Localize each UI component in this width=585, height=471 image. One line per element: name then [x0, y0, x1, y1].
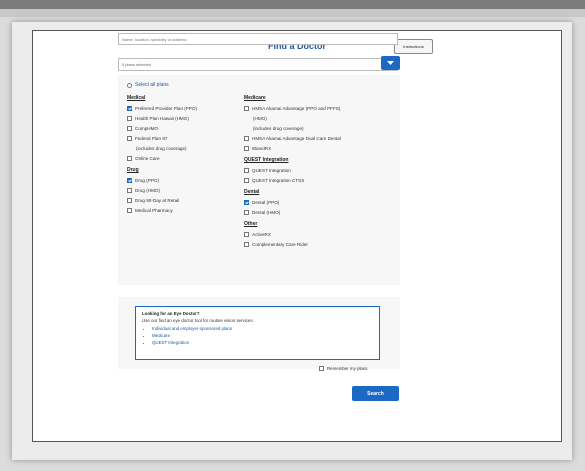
- plan-option-label: Dental (PPO): [252, 199, 280, 205]
- plan-checkbox[interactable]: [127, 125, 132, 131]
- search-button[interactable]: Search: [352, 386, 399, 401]
- eye-doctor-links: Individual and employer-sponsored plans …: [142, 325, 373, 346]
- plan-option[interactable]: HMSA Akamai Advantage Dual Care Dental: [244, 133, 394, 143]
- plan-option-label: QUEST Integration: [252, 167, 291, 173]
- remember-plans[interactable]: Remember my plans: [319, 366, 368, 371]
- search-input[interactable]: [118, 33, 398, 45]
- plan-group: Dental Dental (PPO) Dental (HMO): [244, 189, 394, 217]
- plan-option[interactable]: Medical Pharmacy: [127, 205, 235, 215]
- plan-option[interactable]: Online Care: [127, 153, 235, 163]
- plan-option-label: HMSA Akamai Advantage Dual Care Dental: [252, 135, 341, 141]
- select-all-label: Select all plans: [135, 82, 169, 88]
- plan-checkbox[interactable]: [244, 145, 249, 151]
- eye-link[interactable]: QUEST Integration: [152, 339, 373, 346]
- plan-option-label: Federal Plan 87: [135, 135, 168, 141]
- plan-checkbox[interactable]: [244, 231, 249, 237]
- plan-checkbox[interactable]: [244, 177, 249, 183]
- plan-option-label: Drug 90-Day at Retail: [135, 197, 180, 203]
- plan-option[interactable]: QUEST Integration CTSS: [244, 175, 394, 185]
- remember-label: Remember my plans: [327, 366, 368, 371]
- plan-checkbox[interactable]: [127, 105, 132, 111]
- plan-checkbox[interactable]: [244, 135, 249, 141]
- plan-checkbox[interactable]: [127, 135, 132, 141]
- plan-option[interactable]: QUEST Integration: [244, 165, 394, 175]
- top-shadow: [0, 9, 585, 17]
- plan-checkbox[interactable]: [244, 199, 249, 205]
- eye-link[interactable]: Medicare: [152, 332, 373, 339]
- plan-group: Other ActiveRX Complementary Care Rider: [244, 221, 394, 249]
- plan-option[interactable]: Dental (PPO): [244, 197, 394, 207]
- plan-checkbox[interactable]: [244, 241, 249, 247]
- plan-checkbox[interactable]: [244, 209, 249, 215]
- plan-option[interactable]: Federal Plan 87: [127, 133, 235, 143]
- select-all-radio[interactable]: [127, 82, 132, 88]
- plan-checkbox[interactable]: [244, 105, 249, 111]
- plan-checkbox[interactable]: [127, 197, 132, 203]
- chevron-down-icon: [387, 61, 394, 65]
- plan-group: QUEST Integration QUEST Integration QUEST …: [244, 157, 394, 185]
- plan-option[interactable]: Drug (HMO): [127, 185, 235, 195]
- eye-doctor-text: Use our find an eye doctor tool for rout…: [142, 318, 254, 323]
- plan-option[interactable]: Dental (HMO): [244, 207, 394, 217]
- eye-doctor-box: Looking for an Eye Doctor? Use our find …: [135, 306, 380, 360]
- plan-note: (includes drug coverage): [136, 145, 187, 151]
- plan-option[interactable]: HMSA Akamai Advantage (PPO and PFFS): [244, 103, 394, 113]
- eye-doctor-title: Looking for an Eye Doctor?: [142, 311, 200, 316]
- plan-option-label: Drug (PPO): [135, 177, 159, 183]
- plan-option-label: HMSA Akamai Advantage (PPO and PFFS): [252, 105, 341, 111]
- plan-option-label: ActiveRX: [252, 231, 271, 237]
- plan-option[interactable]: CompHMO: [127, 123, 235, 133]
- plan-group-heading: Medical: [127, 95, 146, 101]
- instructions-button[interactable]: Instructions: [394, 39, 433, 54]
- plan-group: Medicare HMSA Akamai Advantage (PPO and P…: [244, 95, 394, 153]
- plan-checkbox[interactable]: [127, 115, 132, 121]
- plan-note: (includes drug coverage): [253, 125, 304, 131]
- plan-option[interactable]: ActiveRX: [244, 229, 394, 239]
- plan-option-label: Drug (HMO): [135, 187, 161, 193]
- plan-option[interactable]: Preferred Provider Plan (PPO): [127, 103, 235, 113]
- plan-dropdown-button[interactable]: [381, 56, 400, 70]
- plan-option[interactable]: 65andRX: [244, 143, 394, 153]
- plans-column-left: Medical Preferred Provider Plan (PPO) Heal…: [127, 95, 235, 219]
- plan-note: (HMO): [253, 115, 267, 121]
- plan-checkbox[interactable]: [244, 167, 249, 173]
- plan-checkbox[interactable]: [127, 207, 132, 213]
- plan-option[interactable]: Health Plan Hawaii (HMO): [127, 113, 235, 123]
- plan-group: Drug Drug (PPO) Drug (HMO) Drug 90-Day at R…: [127, 167, 235, 215]
- plan-option[interactable]: Drug 90-Day at Retail: [127, 195, 235, 205]
- plan-group-heading: Other: [244, 221, 258, 227]
- plan-group-heading: Drug: [127, 167, 139, 173]
- plan-option-label: Health Plan Hawaii (HMO): [135, 115, 189, 121]
- remember-checkbox[interactable]: [319, 366, 324, 371]
- plan-option[interactable]: Complementary Care Rider: [244, 239, 394, 249]
- plans-column-right: Medicare HMSA Akamai Advantage (PPO and P…: [244, 95, 394, 253]
- plan-option-label: CompHMO: [135, 125, 158, 131]
- plan-checkbox[interactable]: [127, 155, 132, 161]
- plan-group-heading: Medicare: [244, 95, 266, 101]
- eye-link[interactable]: Individual and employer-sponsored plans: [152, 325, 373, 332]
- plan-checkbox[interactable]: [127, 177, 132, 183]
- plan-option[interactable]: Drug (PPO): [127, 175, 235, 185]
- plan-option-label: Complementary Care Rider: [252, 241, 308, 247]
- plan-option-label: Preferred Provider Plan (PPO): [135, 105, 198, 111]
- plan-option-label: Medical Pharmacy: [135, 207, 173, 213]
- plan-checkbox[interactable]: [127, 187, 132, 193]
- plan-select-value: 5 plans selected: [122, 62, 151, 67]
- plan-option-label: QUEST Integration CTSS: [252, 177, 305, 183]
- plan-option-label: 65andRX: [252, 145, 272, 151]
- select-all-plans[interactable]: Select all plans: [127, 82, 169, 88]
- plan-group: Medical Preferred Provider Plan (PPO) Heal…: [127, 95, 235, 163]
- plan-select[interactable]: 5 plans selected: [118, 58, 398, 71]
- plan-group-heading: QUEST Integration: [244, 157, 289, 163]
- top-bar: [0, 0, 585, 9]
- plan-group-heading: Dental: [244, 189, 260, 195]
- plan-option-label: Dental (HMO): [252, 209, 281, 215]
- plan-option-label: Online Care: [135, 155, 160, 161]
